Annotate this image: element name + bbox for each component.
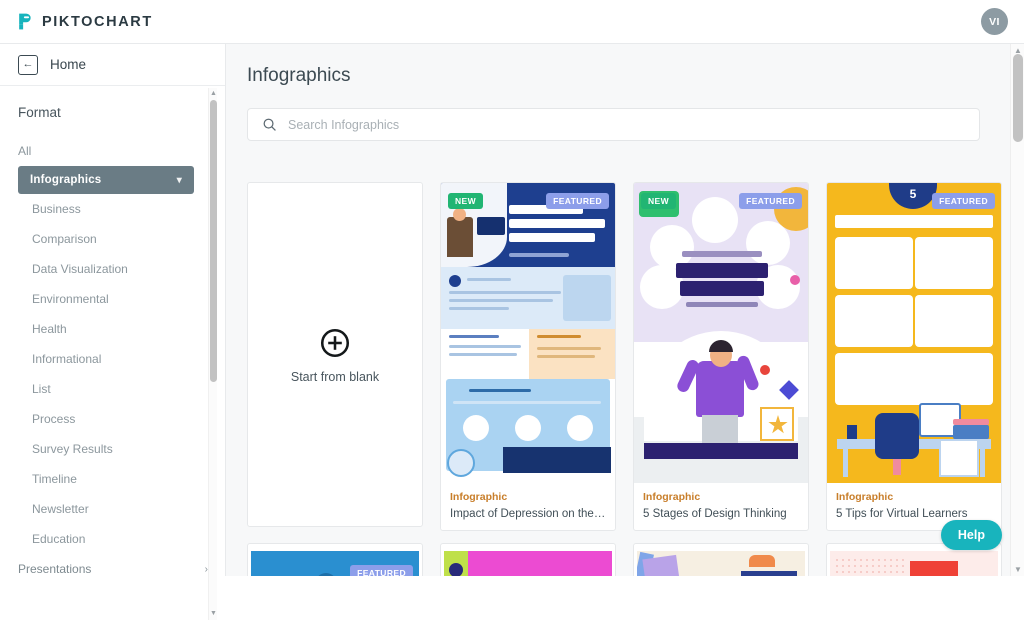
sidebar-item-list[interactable]: List — [0, 374, 226, 404]
template-card[interactable]: NEW FEATURED Infographic Impact of Depre… — [440, 182, 616, 531]
piktochart-logo-icon — [16, 12, 35, 31]
sidebar-nav: Format All Infographics ▾ Business Compa… — [0, 87, 226, 576]
sidebar-item-presentations[interactable]: Presentations › — [0, 554, 226, 576]
sidebar-section-title: Format — [0, 105, 226, 120]
sidebar-item-infographics[interactable]: Infographics ▾ — [18, 166, 194, 194]
sidebar-item-label: Data Visualization — [32, 262, 128, 276]
main-scrollbar-thumb[interactable] — [1013, 54, 1023, 142]
start-from-blank-label: Start from blank — [291, 370, 379, 384]
brand-name: PIKTOCHART — [42, 14, 153, 30]
search-icon — [262, 117, 277, 132]
main-content: Infographics Start from blank — [226, 44, 1024, 576]
sidebar-item-label: Survey Results — [32, 442, 113, 456]
avatar[interactable]: VI — [981, 8, 1008, 35]
sidebar-item-label: Informational — [32, 352, 101, 366]
sidebar-item-newsletter[interactable]: Newsletter — [0, 494, 226, 524]
sidebar-item-informational[interactable]: Informational — [0, 344, 226, 374]
template-card[interactable]: NEW FEATURED Infographic 5 Stages of Des… — [633, 182, 809, 531]
template-type: Infographic — [836, 491, 992, 503]
sidebar-item-label: Process — [32, 412, 75, 426]
sidebar-home-row[interactable]: ← Home — [0, 44, 225, 86]
sidebar-item-process[interactable]: Process — [0, 404, 226, 434]
help-button[interactable]: Help — [941, 520, 1002, 550]
plus-circle-icon — [318, 326, 352, 360]
sidebar-item-label: Newsletter — [32, 502, 89, 516]
template-thumbnail: FEATURED — [444, 551, 612, 576]
sidebar-item-survey-results[interactable]: Survey Results — [0, 434, 226, 464]
sidebar-item-environmental[interactable]: Environmental — [0, 284, 226, 314]
sidebar-item-label: Business — [32, 202, 81, 216]
template-thumbnail: NEW FEATURED — [441, 183, 615, 483]
template-card[interactable]: 7 FEATURED — [247, 543, 423, 576]
sidebar-item-label: Timeline — [32, 472, 77, 486]
badge-featured: FEATURED — [932, 193, 995, 209]
badge-new: NEW — [641, 193, 676, 209]
search-bar[interactable] — [247, 108, 980, 141]
template-card[interactable]: FEATURED — [440, 543, 616, 576]
sidebar-item-label: All — [18, 144, 31, 158]
template-thumbnail: 5 FEATURED — [827, 183, 1001, 483]
template-type: Infographic — [643, 491, 799, 503]
scroll-down-icon[interactable]: ▼ — [1011, 565, 1024, 574]
template-thumbnail: NEW FEATURED — [634, 183, 808, 483]
sidebar-home-label: Home — [50, 57, 86, 72]
template-thumbnail: 7 FEATURED — [251, 551, 419, 576]
sidebar-item-label: Infographics — [30, 174, 101, 186]
arrow-left-icon[interactable]: ← — [18, 55, 38, 75]
sidebar-item-business[interactable]: Business — [0, 194, 226, 224]
sidebar-item-label: Education — [32, 532, 85, 546]
template-grid-row2: 7 FEATURED FEATURED FEATURED FEATURED — [247, 543, 1002, 576]
sidebar-item-label: Environmental — [32, 292, 109, 306]
template-thumbnail: FEATURED — [830, 551, 998, 576]
brand-logo[interactable]: PIKTOCHART — [16, 12, 153, 31]
sidebar-item-data-visualization[interactable]: Data Visualization — [0, 254, 226, 284]
sidebar-item-timeline[interactable]: Timeline — [0, 464, 226, 494]
template-thumbnail: FEATURED — [637, 551, 805, 576]
sidebar-item-label: Health — [32, 322, 67, 336]
template-meta: Infographic Impact of Depression on the … — [441, 483, 615, 530]
template-grid: Start from blank — [247, 182, 1002, 531]
template-title: Impact of Depression on the Im... — [450, 508, 606, 520]
sidebar-item-label: List — [32, 382, 51, 396]
template-card[interactable]: FEATURED — [633, 543, 809, 576]
sidebar-item-label: Presentations — [18, 562, 91, 576]
template-title: 5 Tips for Virtual Learners — [836, 508, 992, 520]
template-meta: Infographic 5 Stages of Design Thinking — [634, 483, 808, 530]
top-bar: PIKTOCHART VI — [0, 0, 1024, 44]
scroll-up-icon[interactable]: ▲ — [210, 90, 217, 98]
sidebar-item-label: Comparison — [32, 232, 97, 246]
template-title: 5 Stages of Design Thinking — [643, 508, 799, 520]
search-input[interactable] — [288, 109, 965, 140]
chevron-down-icon: ▾ — [177, 175, 182, 186]
sidebar: ← Home Format All Infographics ▾ Busines… — [0, 44, 226, 576]
sidebar-item-comparison[interactable]: Comparison — [0, 224, 226, 254]
badge-featured: FEATURED — [546, 193, 609, 209]
start-from-blank-card[interactable]: Start from blank — [247, 182, 423, 527]
badge-new: NEW — [448, 193, 483, 209]
badge-featured: FEATURED — [350, 565, 413, 576]
main-scrollbar[interactable]: ▲ ▼ — [1010, 44, 1024, 576]
badge-featured: FEATURED — [739, 193, 802, 209]
template-type: Infographic — [450, 491, 606, 503]
sidebar-item-education[interactable]: Education — [0, 524, 226, 554]
sidebar-item-all[interactable]: All — [0, 136, 226, 166]
thumb-number: 5 — [889, 183, 937, 209]
sidebar-scrollbar-thumb[interactable] — [210, 100, 217, 382]
sidebar-item-health[interactable]: Health — [0, 314, 226, 344]
page-title: Infographics — [226, 44, 1024, 87]
template-card[interactable]: 5 FEATURED Infographic 5 Tips for Virtua… — [826, 182, 1002, 531]
sidebar-scrollbar[interactable]: ▲ ▼ — [208, 88, 217, 620]
scroll-down-icon[interactable]: ▼ — [210, 610, 217, 618]
